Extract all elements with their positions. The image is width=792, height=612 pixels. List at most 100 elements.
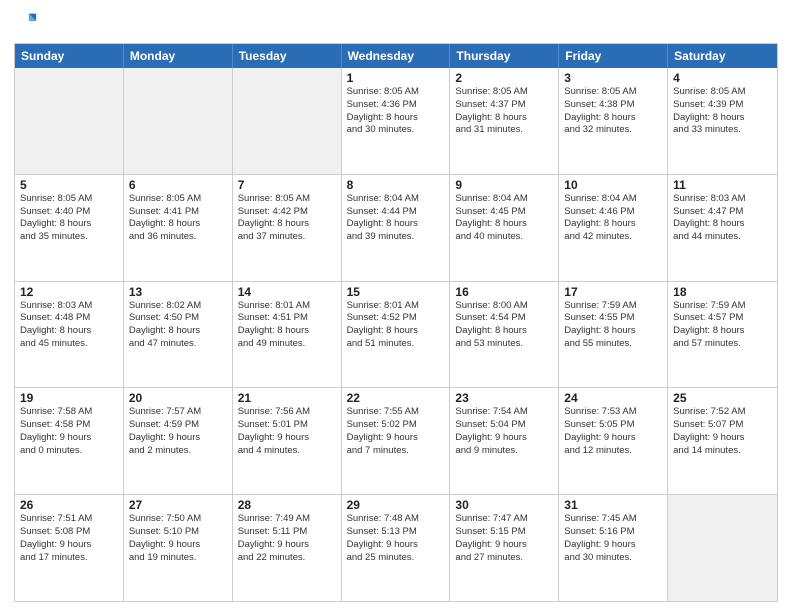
cell-info-line: and 42 minutes.: [564, 231, 662, 244]
weekday-header: Sunday: [15, 44, 124, 68]
calendar: SundayMondayTuesdayWednesdayThursdayFrid…: [14, 43, 778, 602]
calendar-body: 1Sunrise: 8:05 AMSunset: 4:36 PMDaylight…: [15, 68, 777, 601]
cell-info-line: Sunset: 4:41 PM: [129, 206, 227, 219]
cell-info-line: Sunset: 5:16 PM: [564, 526, 662, 539]
cell-info-line: Sunset: 4:45 PM: [455, 206, 553, 219]
day-number: 31: [564, 498, 662, 512]
day-number: 4: [673, 71, 772, 85]
calendar-cell: 22Sunrise: 7:55 AMSunset: 5:02 PMDayligh…: [342, 388, 451, 494]
calendar-cell: 9Sunrise: 8:04 AMSunset: 4:45 PMDaylight…: [450, 175, 559, 281]
calendar-cell: 27Sunrise: 7:50 AMSunset: 5:10 PMDayligh…: [124, 495, 233, 601]
calendar-cell: 18Sunrise: 7:59 AMSunset: 4:57 PMDayligh…: [668, 282, 777, 388]
calendar-cell: 19Sunrise: 7:58 AMSunset: 4:58 PMDayligh…: [15, 388, 124, 494]
weekday-header: Tuesday: [233, 44, 342, 68]
calendar-week: 26Sunrise: 7:51 AMSunset: 5:08 PMDayligh…: [15, 494, 777, 601]
cell-info-line: Sunrise: 7:56 AM: [238, 406, 336, 419]
day-number: 30: [455, 498, 553, 512]
cell-info-line: Daylight: 9 hours: [20, 432, 118, 445]
weekday-header: Friday: [559, 44, 668, 68]
cell-info-line: Sunrise: 8:05 AM: [238, 193, 336, 206]
cell-info-line: Sunset: 5:11 PM: [238, 526, 336, 539]
cell-info-line: Sunset: 4:38 PM: [564, 99, 662, 112]
day-number: 12: [20, 285, 118, 299]
cell-info-line: Sunset: 5:15 PM: [455, 526, 553, 539]
calendar-cell: [233, 68, 342, 174]
cell-info-line: and 57 minutes.: [673, 338, 772, 351]
day-number: 20: [129, 391, 227, 405]
cell-info-line: Sunset: 5:04 PM: [455, 419, 553, 432]
cell-info-line: and 35 minutes.: [20, 231, 118, 244]
day-number: 29: [347, 498, 445, 512]
cell-info-line: Sunrise: 8:03 AM: [673, 193, 772, 206]
day-number: 24: [564, 391, 662, 405]
cell-info-line: Daylight: 9 hours: [347, 432, 445, 445]
cell-info-line: Daylight: 9 hours: [673, 432, 772, 445]
cell-info-line: Sunrise: 7:48 AM: [347, 513, 445, 526]
day-number: 7: [238, 178, 336, 192]
cell-info-line: Sunset: 5:13 PM: [347, 526, 445, 539]
cell-info-line: and 19 minutes.: [129, 552, 227, 565]
cell-info-line: Sunrise: 8:04 AM: [564, 193, 662, 206]
day-number: 25: [673, 391, 772, 405]
cell-info-line: and 39 minutes.: [347, 231, 445, 244]
cell-info-line: Sunrise: 8:02 AM: [129, 300, 227, 313]
cell-info-line: and 2 minutes.: [129, 445, 227, 458]
cell-info-line: Sunrise: 7:58 AM: [20, 406, 118, 419]
cell-info-line: and 22 minutes.: [238, 552, 336, 565]
day-number: 15: [347, 285, 445, 299]
cell-info-line: Daylight: 8 hours: [564, 325, 662, 338]
cell-info-line: and 47 minutes.: [129, 338, 227, 351]
day-number: 11: [673, 178, 772, 192]
cell-info-line: Sunset: 5:10 PM: [129, 526, 227, 539]
header: [14, 10, 778, 37]
cell-info-line: Sunrise: 8:01 AM: [238, 300, 336, 313]
logo: [14, 10, 38, 37]
cell-info-line: Sunset: 4:59 PM: [129, 419, 227, 432]
calendar-cell: 7Sunrise: 8:05 AMSunset: 4:42 PMDaylight…: [233, 175, 342, 281]
cell-info-line: Daylight: 8 hours: [20, 325, 118, 338]
calendar-cell: 5Sunrise: 8:05 AMSunset: 4:40 PMDaylight…: [15, 175, 124, 281]
cell-info-line: Sunrise: 8:00 AM: [455, 300, 553, 313]
cell-info-line: Sunset: 5:08 PM: [20, 526, 118, 539]
day-number: 27: [129, 498, 227, 512]
cell-info-line: Sunset: 4:42 PM: [238, 206, 336, 219]
cell-info-line: Sunset: 4:47 PM: [673, 206, 772, 219]
cell-info-line: and 49 minutes.: [238, 338, 336, 351]
weekday-header: Monday: [124, 44, 233, 68]
calendar-cell: 14Sunrise: 8:01 AMSunset: 4:51 PMDayligh…: [233, 282, 342, 388]
cell-info-line: and 44 minutes.: [673, 231, 772, 244]
cell-info-line: Daylight: 8 hours: [238, 325, 336, 338]
cell-info-line: and 7 minutes.: [347, 445, 445, 458]
calendar-cell: 17Sunrise: 7:59 AMSunset: 4:55 PMDayligh…: [559, 282, 668, 388]
cell-info-line: Daylight: 8 hours: [129, 218, 227, 231]
weekday-header: Saturday: [668, 44, 777, 68]
cell-info-line: Sunset: 4:55 PM: [564, 312, 662, 325]
cell-info-line: Daylight: 8 hours: [673, 325, 772, 338]
cell-info-line: Sunset: 5:02 PM: [347, 419, 445, 432]
day-number: 13: [129, 285, 227, 299]
cell-info-line: Daylight: 9 hours: [455, 539, 553, 552]
cell-info-line: Sunset: 4:58 PM: [20, 419, 118, 432]
cell-info-line: Sunset: 4:39 PM: [673, 99, 772, 112]
calendar-cell: 31Sunrise: 7:45 AMSunset: 5:16 PMDayligh…: [559, 495, 668, 601]
cell-info-line: Sunrise: 7:57 AM: [129, 406, 227, 419]
cell-info-line: Sunrise: 7:45 AM: [564, 513, 662, 526]
day-number: 10: [564, 178, 662, 192]
day-number: 22: [347, 391, 445, 405]
day-number: 16: [455, 285, 553, 299]
cell-info-line: and 30 minutes.: [347, 124, 445, 137]
cell-info-line: and 36 minutes.: [129, 231, 227, 244]
cell-info-line: Daylight: 9 hours: [238, 432, 336, 445]
calendar-cell: 20Sunrise: 7:57 AMSunset: 4:59 PMDayligh…: [124, 388, 233, 494]
cell-info-line: Sunset: 4:50 PM: [129, 312, 227, 325]
cell-info-line: Sunset: 5:05 PM: [564, 419, 662, 432]
day-number: 17: [564, 285, 662, 299]
cell-info-line: and 17 minutes.: [20, 552, 118, 565]
cell-info-line: Sunrise: 7:51 AM: [20, 513, 118, 526]
day-number: 21: [238, 391, 336, 405]
day-number: 6: [129, 178, 227, 192]
cell-info-line: and 37 minutes.: [238, 231, 336, 244]
cell-info-line: Sunset: 4:37 PM: [455, 99, 553, 112]
cell-info-line: and 27 minutes.: [455, 552, 553, 565]
cell-info-line: Daylight: 8 hours: [347, 112, 445, 125]
